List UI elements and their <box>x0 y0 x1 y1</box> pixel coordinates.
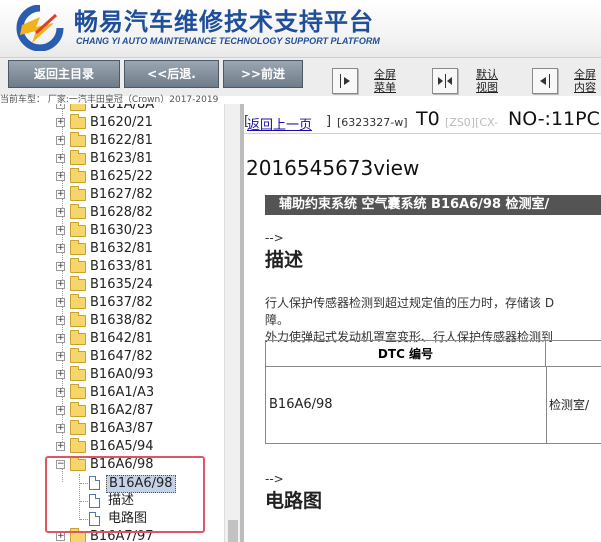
brand-logo <box>16 5 64 51</box>
default-view-icon[interactable] <box>432 68 458 94</box>
folder-icon <box>70 240 86 255</box>
fullscreen-menu-label[interactable]: 全屏 菜单 <box>374 68 396 94</box>
folder-icon <box>70 258 86 273</box>
folder-icon <box>70 402 86 417</box>
folder-icon <box>70 348 86 363</box>
folder-icon <box>70 276 86 291</box>
folder-icon <box>70 438 86 453</box>
expand-icon[interactable]: + <box>56 190 65 199</box>
expand-icon[interactable]: + <box>56 406 65 415</box>
fullscreen-content-label[interactable]: 全屏 内容 <box>574 68 596 94</box>
table-header-cell: DTC 编号 <box>266 341 546 367</box>
expand-icon[interactable]: + <box>56 532 65 541</box>
table-header-row: DTC 编号 <box>266 341 601 367</box>
brand-title-cn: 畅易汽车维修技术支持平台 <box>74 8 374 36</box>
annotation-highlight-box <box>45 456 205 533</box>
expand-icon[interactable]: + <box>56 262 65 271</box>
back-link[interactable]: 返回上一页 <box>247 114 312 133</box>
app-header: 畅易汽车维修技术支持平台 CHANG YI AUTO MAINTENANCE T… <box>0 0 601 58</box>
content-pane: [ 返回上一页 ] [6323327-w] T0 [ZS0][CX- NO-:1… <box>244 104 601 542</box>
back-button[interactable]: <<后退. <box>124 60 219 88</box>
folder-icon <box>70 150 86 165</box>
scrollbar-thumb[interactable] <box>228 520 238 542</box>
expand-icon[interactable]: + <box>56 172 65 181</box>
expand-icon[interactable]: + <box>56 244 65 253</box>
table-cell-dtc: B16A6/98 <box>269 397 333 412</box>
expand-icon[interactable]: + <box>56 298 65 307</box>
section-title-circuit: 电路图 <box>265 490 323 512</box>
tree-scrollbar[interactable] <box>224 104 240 542</box>
fullscreen-menu-icon[interactable] <box>332 68 358 94</box>
expand-icon[interactable]: + <box>56 280 65 289</box>
expand-icon[interactable]: + <box>56 316 65 325</box>
folder-icon <box>70 222 86 237</box>
number-code: NO-:11PC <box>508 108 600 130</box>
expand-icon[interactable]: + <box>56 442 65 451</box>
folder-icon <box>70 132 86 147</box>
t0-code: T0 <box>416 108 440 130</box>
description-paragraph: 障。 <box>265 313 290 327</box>
expand-icon[interactable]: + <box>56 352 65 361</box>
brand-title-en: CHANG YI AUTO MAINTENANCE TECHNOLOGY SUP… <box>76 36 380 46</box>
dtc-table: DTC 编号 B16A6/98 检测室/ <box>265 340 601 444</box>
folder-icon <box>70 330 86 345</box>
expand-icon[interactable]: + <box>56 104 65 109</box>
table-cell-detection: 检测室/ <box>546 367 601 443</box>
zs0-code: [ZS0][CX- <box>445 116 499 129</box>
folder-icon <box>70 104 86 111</box>
folder-icon <box>70 294 86 309</box>
expand-icon[interactable]: + <box>56 118 65 127</box>
document-code: [6323327-w] <box>337 116 408 129</box>
folder-icon <box>70 204 86 219</box>
content-nav-line: [ 返回上一页 ] [6323327-w] T0 [ZS0][CX- NO-:1… <box>244 108 601 134</box>
toolbar: 返回主目录 <<后退. >>前进 全屏 菜单 默认 视图 全屏 内容 <box>0 58 601 96</box>
description-paragraph: 行人保护传感器检测到超过规定值的压力时，存储该 D <box>265 296 555 310</box>
expand-icon[interactable]: + <box>56 226 65 235</box>
folder-icon <box>70 114 86 129</box>
folder-icon <box>70 420 86 435</box>
expand-icon[interactable]: + <box>56 136 65 145</box>
expand-icon[interactable]: + <box>56 154 65 163</box>
expand-icon[interactable]: + <box>56 334 65 343</box>
folder-icon <box>70 366 86 381</box>
comment-arrow: --> <box>265 472 284 486</box>
breadcrumb: 辅助约束系统 空气囊系统 B16A6/98 检测室/ <box>265 195 601 215</box>
forward-button[interactable]: >>前进 <box>223 60 303 88</box>
expand-icon[interactable]: + <box>56 388 65 397</box>
fullscreen-content-icon[interactable] <box>532 68 558 94</box>
comment-arrow: --> <box>265 231 284 245</box>
folder-icon <box>70 312 86 327</box>
view-id: 2016545673view <box>246 156 420 180</box>
folder-icon <box>70 384 86 399</box>
default-view-label[interactable]: 默认 视图 <box>476 68 498 94</box>
expand-icon[interactable]: + <box>56 424 65 433</box>
section-title-description: 描述 <box>265 249 304 271</box>
folder-icon <box>70 186 86 201</box>
expand-icon[interactable]: + <box>56 370 65 379</box>
expand-icon[interactable]: + <box>56 208 65 217</box>
home-button[interactable]: 返回主目录 <box>8 60 120 88</box>
folder-icon <box>70 168 86 183</box>
